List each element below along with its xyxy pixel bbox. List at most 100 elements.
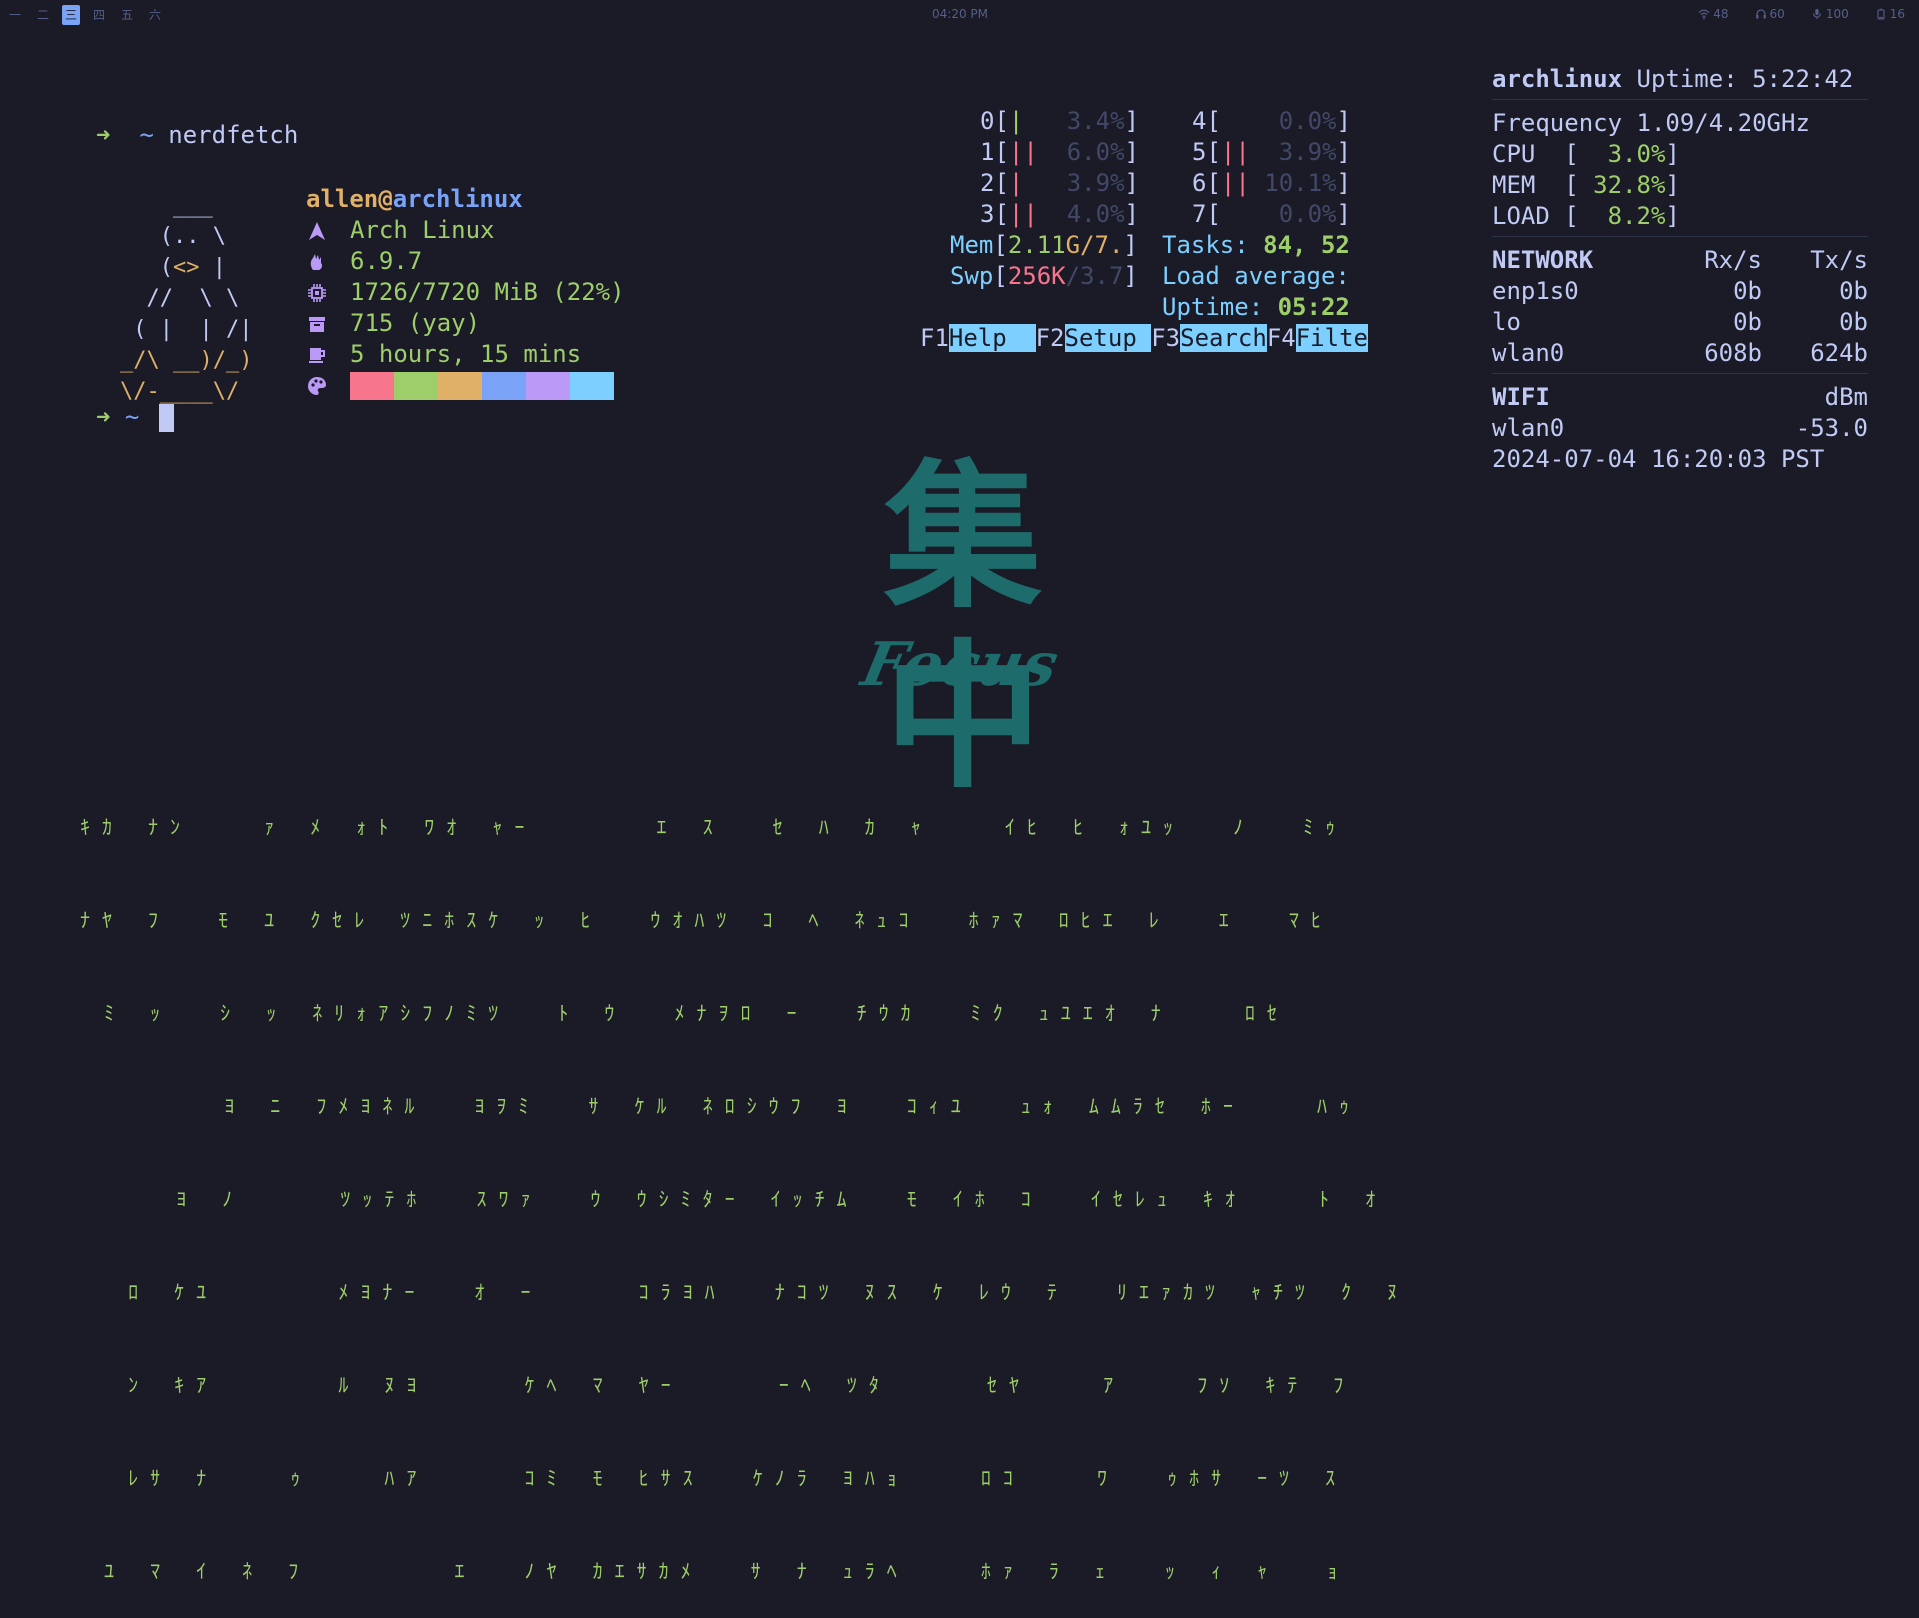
cpu-meter-2: 2[| 3.9%] bbox=[980, 169, 1139, 197]
battery-value: 16 bbox=[1889, 7, 1905, 21]
clock[interactable]: 04:20 PM bbox=[930, 7, 990, 21]
mic-status[interactable]: 100 bbox=[1811, 7, 1849, 21]
info-memory: 1726/7720 MiB (22%) bbox=[306, 277, 625, 308]
conky-cpu: CPU [ 3.0%] bbox=[1492, 140, 1680, 168]
battery-icon bbox=[1877, 8, 1885, 20]
wifi-icon bbox=[1698, 9, 1710, 20]
rain-line: ﾐ ｯ ｼ ｯ ﾈﾘｫｱｼﾌﾉﾐﾂ ﾄ ｳ ﾒﾅｦﾛ ｰ ﾁｳｶ ﾐｸ ｭﾕｴｵ… bbox=[80, 1001, 1289, 1025]
packages-value: 715 (yay) bbox=[350, 309, 481, 337]
divider bbox=[1492, 236, 1868, 237]
kernel-icon bbox=[306, 251, 328, 273]
arch-icon bbox=[306, 220, 328, 242]
chip-icon bbox=[306, 282, 328, 304]
cpu-meter-4: 4[ 0.0%] bbox=[1192, 107, 1351, 135]
rain-line: ﾖ ﾆ ﾌﾒﾖﾈﾙ ﾖｦﾐ ｻ ｹﾙ ﾈﾛｼｳﾌ ﾖ ｺｨﾕ ｭｫ ﾑﾑﾗｾ ﾎ… bbox=[80, 1094, 1361, 1118]
battery-status[interactable]: 16 bbox=[1875, 7, 1905, 21]
divider bbox=[1492, 99, 1868, 100]
load-average-meter: Load average: bbox=[1162, 262, 1350, 290]
network-row: wlan0 608b 624b bbox=[1492, 339, 1868, 367]
prompt-cwd: ~ bbox=[124, 403, 140, 431]
info-uptime: 5 hours, 15 mins bbox=[306, 339, 625, 370]
rain-line: ﾕ ﾏ ｲ ﾈ ﾌ ｴ ﾉﾔ ｶｴｻｶﾒ ｻ ﾅ ｭﾗﾍ ﾎｧ ﾗ ｪ ｯ ｨ … bbox=[80, 1559, 1350, 1583]
workspace-switcher: 一 二 三 四 五 六 bbox=[6, 5, 164, 25]
function-key-bar: F1Help F2Setup F3SearchF4Filte bbox=[920, 324, 1368, 352]
volume-value: 60 bbox=[1769, 7, 1785, 21]
rain-line: ｷｶ ﾅﾝ ｧ ﾒ ｫﾄ ﾜｵ ｬｰ ｴ ｽ ｾ ﾊ ｶ ｬ ｲﾋ ﾋ ｫﾕｯ … bbox=[80, 815, 1348, 839]
swap-meter: Swp[256K/3.7] bbox=[950, 262, 1138, 290]
memory-value: 1726/7720 MiB (22%) bbox=[350, 278, 625, 306]
prompt-arrow: ➜ bbox=[96, 121, 111, 149]
conky-load: LOAD [ 8.2%] bbox=[1492, 202, 1680, 230]
palette-swatch bbox=[394, 371, 438, 400]
workspace-2[interactable]: 二 bbox=[34, 5, 52, 25]
rain-line: ﾚｻ ﾅ ｩ ﾊｱ ｺﾐ ﾓ ﾋｻｽ ｹﾉﾗ ﾖﾊｮ ﾛｺ ﾜ ｩﾎｻ ｰﾂ ｽ bbox=[80, 1466, 1348, 1490]
terminal-input-line[interactable]: ➜ ~ bbox=[96, 402, 175, 433]
network-row: lo 0b 0b bbox=[1492, 308, 1868, 336]
workspace-1[interactable]: 一 bbox=[6, 5, 24, 25]
palette-swatch bbox=[438, 371, 482, 400]
prompt-arrow: ➜ bbox=[96, 403, 111, 431]
color-palette bbox=[350, 371, 614, 400]
memory-meter: Mem[2.11G/7.] bbox=[950, 231, 1138, 259]
cpu-meter-1: 1[|| 6.0%] bbox=[980, 138, 1139, 166]
conky-uptime: 5:22:42 bbox=[1752, 65, 1854, 93]
cpu-meter-7: 7[ 0.0%] bbox=[1192, 200, 1351, 228]
rain-line: ﾖ ﾉ ﾂｯﾃﾎ ｽﾜｧ ｳ ｳｼﾐﾀｰ ｲｯﾁﾑ ﾓ ｲﾎ ｺ ｲｾﾚｭ ｷｵ… bbox=[80, 1187, 1388, 1211]
uptime-value: 5 hours, 15 mins bbox=[350, 340, 582, 368]
top-bar: 一 二 三 四 五 六 04:20 PM 48 60 100 16 bbox=[0, 0, 1919, 30]
conky-hostname: archlinux bbox=[1492, 65, 1623, 93]
prompt-cwd: ~ bbox=[139, 121, 154, 149]
wifi-header: WIFI dBm bbox=[1492, 383, 1868, 411]
cpu-meter-5: 5[|| 3.9%] bbox=[1192, 138, 1351, 166]
workspace-4[interactable]: 四 bbox=[90, 5, 108, 25]
f3-search-button[interactable]: Search bbox=[1180, 324, 1267, 352]
f4-filter-button[interactable]: Filte bbox=[1295, 324, 1368, 352]
username: allen bbox=[306, 185, 379, 213]
conky-frequency: Frequency 1.09/4.20GHz bbox=[1492, 109, 1810, 137]
workspace-5[interactable]: 五 bbox=[118, 5, 136, 25]
mic-value: 100 bbox=[1825, 7, 1849, 21]
palette-icon bbox=[306, 375, 328, 397]
cpu-meter-6: 6[|| 10.1%] bbox=[1192, 169, 1351, 197]
info-palette bbox=[306, 370, 625, 401]
network-header: NETWORK Rx/s Tx/s bbox=[1492, 246, 1868, 274]
microphone-icon bbox=[1812, 9, 1821, 19]
cpu-meter-3: 3[|| 4.0%] bbox=[980, 200, 1139, 228]
status-tray: 48 60 100 16 bbox=[1698, 7, 1905, 21]
palette-swatch bbox=[350, 371, 394, 400]
terminal-command: nerdfetch bbox=[168, 121, 299, 149]
info-kernel: 6.9.7 bbox=[306, 246, 625, 277]
divider bbox=[1492, 373, 1868, 374]
palette-swatch bbox=[526, 371, 570, 400]
f2-setup-button[interactable]: Setup bbox=[1064, 324, 1152, 352]
wifi-value: 48 bbox=[1713, 7, 1729, 21]
headphones-icon bbox=[1755, 9, 1766, 19]
workspace-3[interactable]: 三 bbox=[62, 5, 80, 25]
os-value: Arch Linux bbox=[350, 216, 495, 244]
conky-panel: archlinux Uptime: 5:22:42 Frequency 1.09… bbox=[1492, 64, 1868, 475]
network-row: enp1s0 0b 0b bbox=[1492, 277, 1868, 305]
htop-uptime-meter: Uptime: 05:22 bbox=[1162, 293, 1350, 321]
conky-mem: MEM [ 32.8%] bbox=[1492, 171, 1680, 199]
volume-status[interactable]: 60 bbox=[1755, 7, 1785, 21]
coffee-icon bbox=[306, 344, 328, 366]
hostname: archlinux bbox=[392, 185, 523, 213]
conky-host-uptime: archlinux Uptime: 5:22:42 bbox=[1492, 65, 1854, 93]
wifi-status[interactable]: 48 bbox=[1698, 7, 1729, 21]
palette-swatch bbox=[570, 371, 614, 400]
user-host: allen@archlinux bbox=[306, 184, 625, 215]
workspace-6[interactable]: 六 bbox=[146, 5, 164, 25]
terminal-command-line[interactable]: ➜ ~ nerdfetch bbox=[96, 120, 298, 151]
text-cursor bbox=[159, 404, 175, 432]
info-os: Arch Linux bbox=[306, 215, 625, 246]
kernel-value: 6.9.7 bbox=[350, 247, 423, 275]
f1-help-button[interactable]: Help bbox=[948, 324, 1036, 352]
cpu-meter-0: 0[| 3.4%] bbox=[980, 107, 1139, 135]
rain-line: ﾝ ｷｱ ﾙ ﾇﾖ ｹﾍ ﾏ ﾔｰ ｰﾍ ﾂﾀ ｾﾔ ｱ ﾌｿ ｷﾃ ﾌ bbox=[80, 1373, 1356, 1397]
info-packages: 715 (yay) bbox=[306, 308, 625, 339]
tasks-meter: Tasks: 84, 52 bbox=[1162, 231, 1350, 259]
at-sign: @ bbox=[378, 185, 393, 213]
rain-line: ﾅﾔ ﾌ ﾓ ﾕ ｸｾﾚ ﾂﾆﾎｽｹ ｯ ﾋ ｳｵﾊﾂ ｺ ﾍ ﾈｭｺ ﾎｧﾏ … bbox=[80, 908, 1333, 932]
conky-datetime: 2024-07-04 16:20:03 PST bbox=[1492, 445, 1825, 473]
package-icon bbox=[306, 313, 328, 335]
